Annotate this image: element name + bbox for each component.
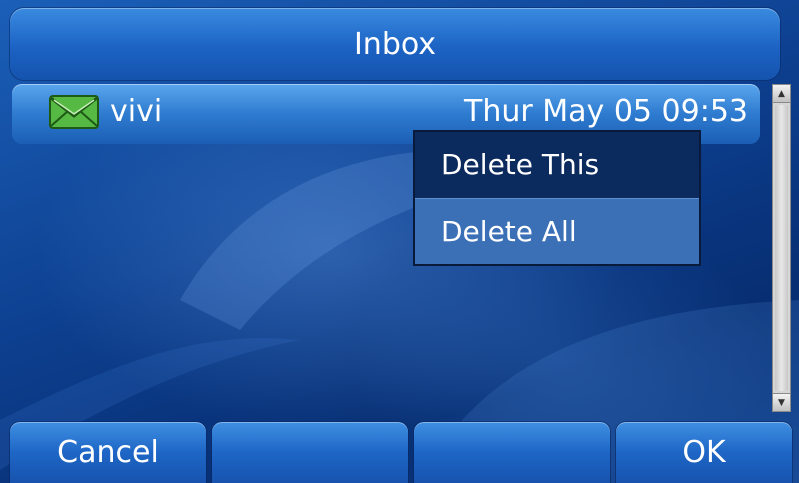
softkey-3[interactable]	[414, 422, 610, 483]
page-title: Inbox	[353, 26, 437, 62]
scrollbar[interactable]: ▲ ▼	[772, 84, 791, 412]
scrollbar-thumb[interactable]	[775, 105, 788, 391]
context-menu: Delete This Delete All	[413, 130, 701, 266]
message-sender: vivi	[110, 94, 163, 129]
cancel-softkey[interactable]: Cancel	[10, 422, 206, 483]
phone-screen: Inbox vivi Thur May 05 09:53 ▲ ▼ Delete …	[0, 0, 799, 483]
scroll-up-arrow-icon[interactable]: ▲	[773, 85, 790, 103]
softkey-2[interactable]	[212, 422, 408, 483]
menu-item-delete-this[interactable]: Delete This	[415, 132, 699, 198]
menu-item-delete-all[interactable]: Delete All	[415, 198, 699, 264]
softkey-bar: Cancel OK	[0, 422, 799, 483]
envelope-icon	[49, 95, 99, 129]
message-timestamp: Thur May 05 09:53	[464, 94, 748, 129]
title-bar: Inbox	[10, 8, 780, 80]
scroll-down-arrow-icon[interactable]: ▼	[773, 393, 790, 411]
ok-softkey[interactable]: OK	[616, 422, 792, 483]
